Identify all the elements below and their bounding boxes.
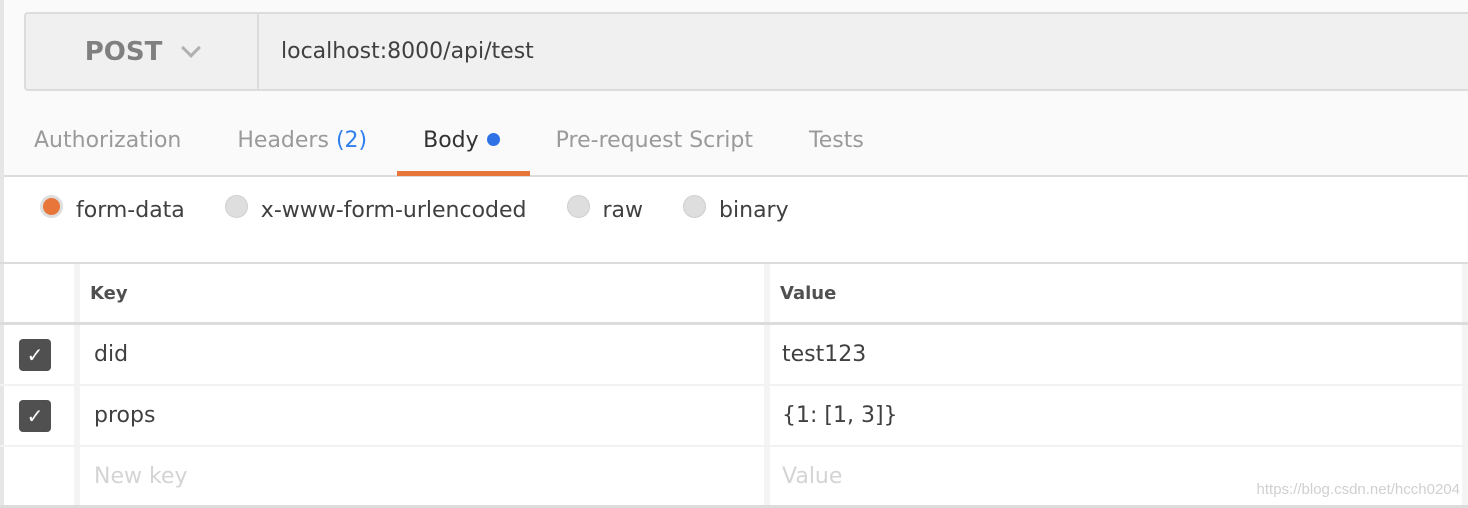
table-row: ✓ props {1: [1, 3]}	[0, 386, 1468, 447]
value-column-header: Value	[770, 264, 1468, 322]
tab-label: Authorization	[34, 128, 182, 153]
chevron-down-icon	[181, 37, 202, 58]
key-column-header: Key	[80, 264, 770, 322]
request-header: POST localhost:8000/api/test Authorizati…	[4, 0, 1468, 177]
radio-form-data[interactable]: form-data	[40, 195, 185, 223]
radio-icon[interactable]	[566, 195, 590, 218]
checkbox-cell: ✓	[0, 325, 80, 384]
radio-label: form-data	[76, 198, 185, 223]
tab-label: Pre-request Script	[555, 128, 754, 153]
checkbox-column-header	[0, 264, 80, 322]
radio-raw[interactable]: raw	[566, 195, 644, 223]
tab-label: Tests	[809, 128, 864, 153]
tab-label: Body	[423, 128, 479, 153]
tab-pre-request-script[interactable]: Pre-request Script	[530, 108, 783, 177]
body-type-selector: form-data x-www-form-urlencoded raw bina…	[40, 195, 789, 223]
checkbox-cell: ✓	[0, 386, 80, 445]
request-tabs: Authorization Headers (2) Body Pre-reque…	[8, 108, 894, 177]
radio-label: x-www-form-urlencoded	[260, 198, 527, 223]
tab-body[interactable]: Body	[397, 108, 530, 177]
radio-label: binary	[719, 198, 789, 223]
url-input[interactable]: localhost:8000/api/test	[259, 14, 1468, 89]
table-row: ✓ did test123	[0, 325, 1468, 386]
tab-headers[interactable]: Headers (2)	[211, 108, 397, 177]
radio-x-www-form-urlencoded[interactable]: x-www-form-urlencoded	[224, 195, 527, 223]
tab-label: Headers	[237, 128, 329, 153]
radio-icon[interactable]	[683, 195, 707, 218]
new-row: New key Value	[0, 447, 1468, 508]
tab-authorization[interactable]: Authorization	[8, 108, 211, 177]
value-input[interactable]: {1: [1, 3]}	[770, 386, 1468, 445]
form-data-table: Key Value ✓ did test123 ✓ props {1: [1, …	[0, 262, 1468, 508]
watermark: https://blog.csdn.net/hcch0204	[1256, 481, 1460, 498]
value-input[interactable]: test123	[770, 325, 1468, 384]
radio-selected-icon[interactable]	[40, 195, 63, 218]
method-label: POST	[84, 36, 163, 67]
headers-count-badge: (2)	[335, 128, 368, 153]
checkbox-checked-icon[interactable]: ✓	[19, 338, 51, 371]
radio-label: raw	[602, 198, 644, 223]
table-header: Key Value	[0, 264, 1468, 325]
modified-dot-icon	[486, 133, 500, 146]
radio-icon[interactable]	[224, 195, 248, 218]
checkbox-cell	[0, 447, 80, 506]
checkbox-checked-icon[interactable]: ✓	[19, 399, 51, 432]
method-dropdown[interactable]: POST	[26, 14, 259, 89]
key-input[interactable]: props	[80, 386, 770, 445]
tab-tests[interactable]: Tests	[783, 108, 894, 177]
key-input[interactable]: did	[80, 325, 770, 384]
radio-binary[interactable]: binary	[683, 195, 789, 223]
url-bar: POST localhost:8000/api/test	[24, 12, 1468, 91]
new-key-input[interactable]: New key	[80, 447, 770, 506]
